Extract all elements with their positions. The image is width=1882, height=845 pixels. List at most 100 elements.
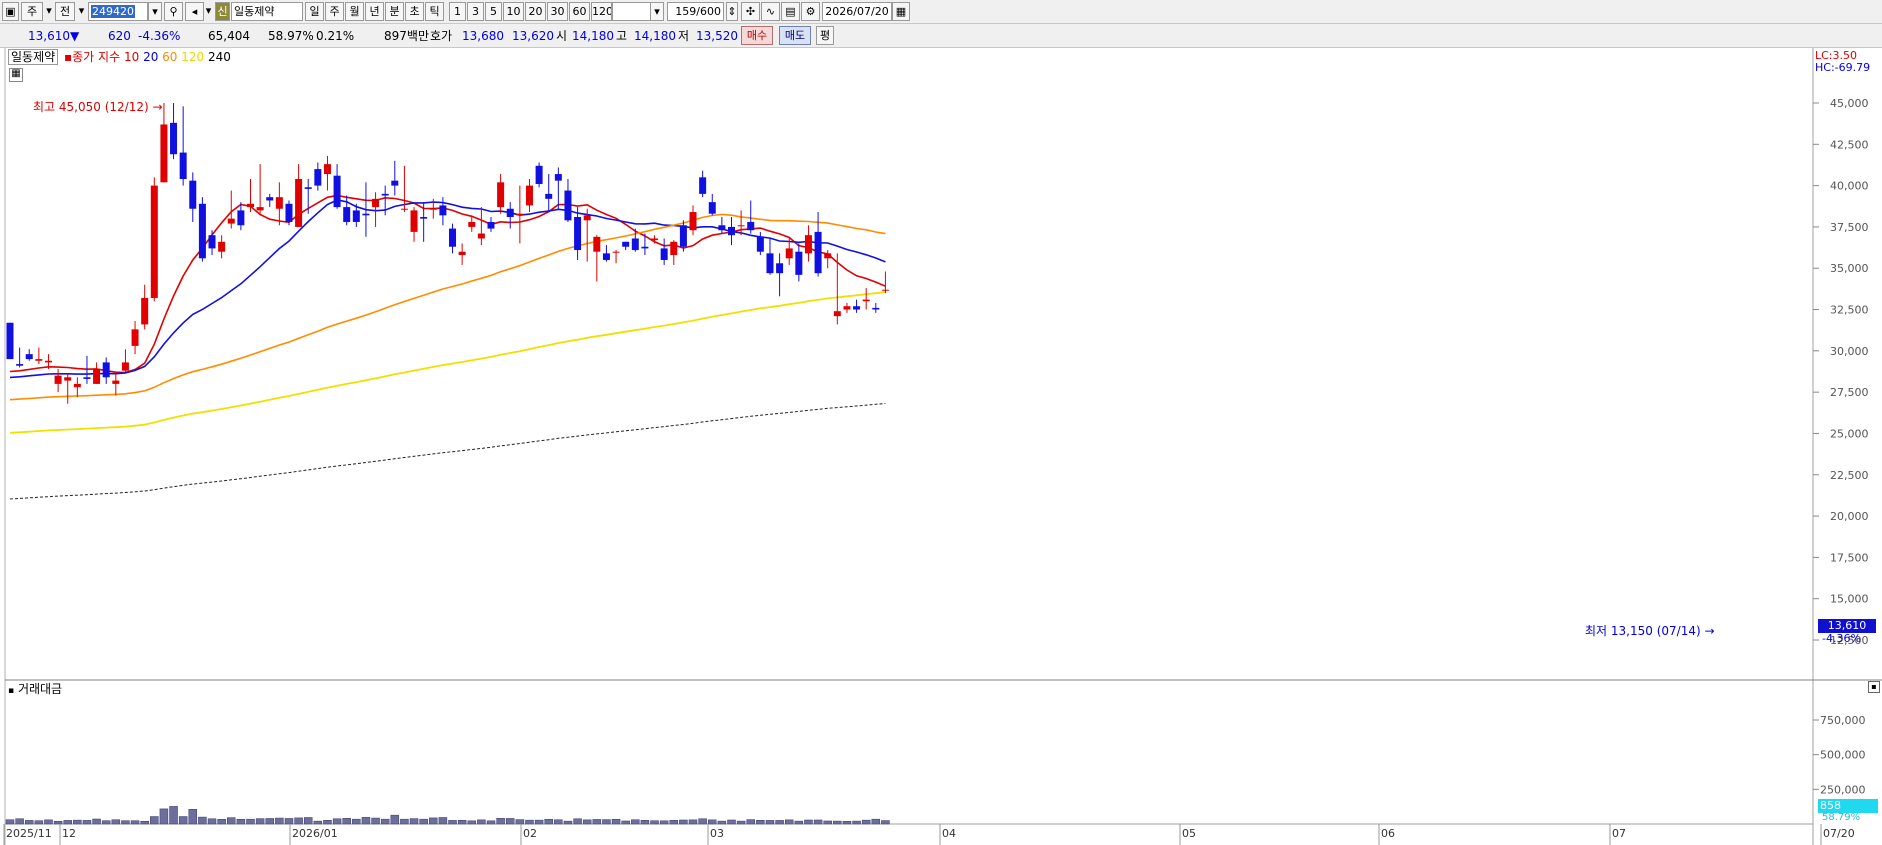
- stock-code-input[interactable]: 249420: [88, 2, 148, 21]
- tab-month[interactable]: 월: [345, 2, 364, 21]
- sell-button[interactable]: 매도: [779, 26, 811, 45]
- down-arrow-icon: ▼: [70, 29, 80, 43]
- price-axis-label: 25,000: [1830, 427, 1869, 440]
- volume-bar: [380, 818, 390, 825]
- table-icon[interactable]: ▦: [9, 68, 23, 82]
- volume-bar: [265, 818, 274, 825]
- buy-button[interactable]: 매수: [741, 26, 773, 45]
- volume-bar: [121, 820, 130, 825]
- price-axis-label: 17,500: [1830, 551, 1869, 564]
- interval-10[interactable]: 10: [503, 2, 524, 21]
- evaluate-button[interactable]: 평: [816, 26, 834, 45]
- volume-axis-label: 250,000: [1820, 783, 1866, 796]
- panel-menu-icon[interactable]: ▪: [1868, 681, 1880, 693]
- candle: [756, 236, 764, 252]
- candle: [102, 362, 110, 378]
- save-icon[interactable]: ▤: [781, 2, 800, 21]
- period-unit-button[interactable]: 주: [21, 2, 43, 21]
- interval-20[interactable]: 20: [525, 2, 546, 21]
- candle: [439, 205, 447, 216]
- low-annotation: 최저 13,150 (07/14) →: [1585, 624, 1715, 638]
- chevron-down-icon[interactable]: ▾: [45, 2, 53, 21]
- trend-icon[interactable]: ∿: [761, 2, 780, 21]
- tab-year[interactable]: 년: [365, 2, 384, 21]
- candle: [6, 322, 14, 360]
- volume-bar: [5, 819, 15, 825]
- candle: [189, 180, 197, 209]
- chevron-down-icon[interactable]: ▾: [148, 2, 162, 21]
- candle: [266, 197, 274, 201]
- candle: [785, 248, 793, 259]
- price-axis-label: 40,000: [1830, 180, 1869, 193]
- chevron-down-icon[interactable]: ▾: [77, 2, 86, 21]
- candle: [824, 253, 832, 259]
- crosshair-icon[interactable]: ✣: [741, 2, 760, 21]
- volume-bar: [727, 819, 736, 825]
- count-field[interactable]: 159/600: [667, 2, 724, 21]
- current-price: 13,610: [28, 29, 70, 43]
- arrow-right-icon: →: [1704, 624, 1715, 638]
- interval-1[interactable]: 1: [449, 2, 466, 21]
- interval-5[interactable]: 5: [485, 2, 502, 21]
- ask-label: 호가: [430, 29, 453, 43]
- price-chart[interactable]: 45,000 42,500 40,000 37,500 35,000 32,500 30,0…: [0, 48, 1882, 845]
- volume-bar: [582, 819, 592, 825]
- volume-bar: [852, 820, 861, 825]
- volume-bar: [717, 820, 727, 825]
- interval-custom-field[interactable]: [612, 2, 652, 21]
- candle: [458, 251, 466, 256]
- candle: [670, 241, 678, 256]
- date-field[interactable]: 2026/07/20: [822, 2, 892, 21]
- price-axis-label: 30,000: [1830, 345, 1869, 358]
- volume-bar: [255, 818, 265, 825]
- calendar-icon[interactable]: ▦: [892, 2, 910, 21]
- volume-bar: [236, 819, 246, 825]
- tab-week[interactable]: 주: [325, 2, 344, 21]
- candle: [651, 238, 659, 241]
- gear-icon[interactable]: ⚙: [801, 2, 820, 21]
- search-icon[interactable]: ⚲: [164, 2, 183, 21]
- candle: [25, 354, 33, 360]
- candle: [410, 210, 418, 232]
- volume-axis-label: 750,000: [1820, 714, 1866, 727]
- stock-name-field[interactable]: 일동제약: [231, 2, 303, 21]
- volume-bar: [188, 809, 198, 825]
- volume-bar: [871, 818, 881, 825]
- volume-bar: [631, 819, 640, 825]
- volume-bar: [24, 820, 34, 825]
- interval-60[interactable]: 60: [569, 2, 590, 21]
- chevron-down-icon[interactable]: ▾: [650, 2, 664, 21]
- candle: [833, 311, 841, 317]
- x-axis-label: 06: [1381, 827, 1395, 840]
- volume-bar: [246, 818, 255, 825]
- spin-icon[interactable]: ⇕: [726, 2, 738, 21]
- candle: [881, 289, 889, 291]
- speaker-icon[interactable]: ◂: [185, 2, 204, 21]
- candle: [776, 263, 784, 274]
- volume-bar: [775, 820, 784, 825]
- prev-button[interactable]: 전: [55, 2, 75, 21]
- tab-day[interactable]: 일: [305, 2, 324, 21]
- x-axis-label: 2025/11: [6, 827, 52, 840]
- chart-menu-icon[interactable]: ▣: [2, 2, 19, 21]
- tab-second[interactable]: 초: [405, 2, 424, 21]
- interval-30[interactable]: 30: [547, 2, 568, 21]
- candle: [285, 203, 293, 222]
- candle: [256, 207, 264, 211]
- volume-bar: [650, 820, 659, 825]
- high-annotation-text: 최고 45,050 (12/12): [33, 100, 149, 114]
- volume-bar: [169, 806, 178, 825]
- candle: [247, 203, 254, 208]
- candle: [83, 377, 91, 379]
- candle: [237, 210, 245, 226]
- chevron-down-icon[interactable]: ▾: [204, 2, 213, 21]
- tab-minute[interactable]: 분: [385, 2, 404, 21]
- volume-bar: [34, 820, 44, 825]
- candle: [295, 179, 303, 227]
- price-axis-label: 42,500: [1830, 138, 1869, 151]
- interval-3[interactable]: 3: [467, 2, 484, 21]
- tab-tick[interactable]: 틱: [425, 2, 444, 21]
- candle: [487, 221, 495, 229]
- candle: [112, 380, 120, 384]
- candle: [602, 253, 610, 260]
